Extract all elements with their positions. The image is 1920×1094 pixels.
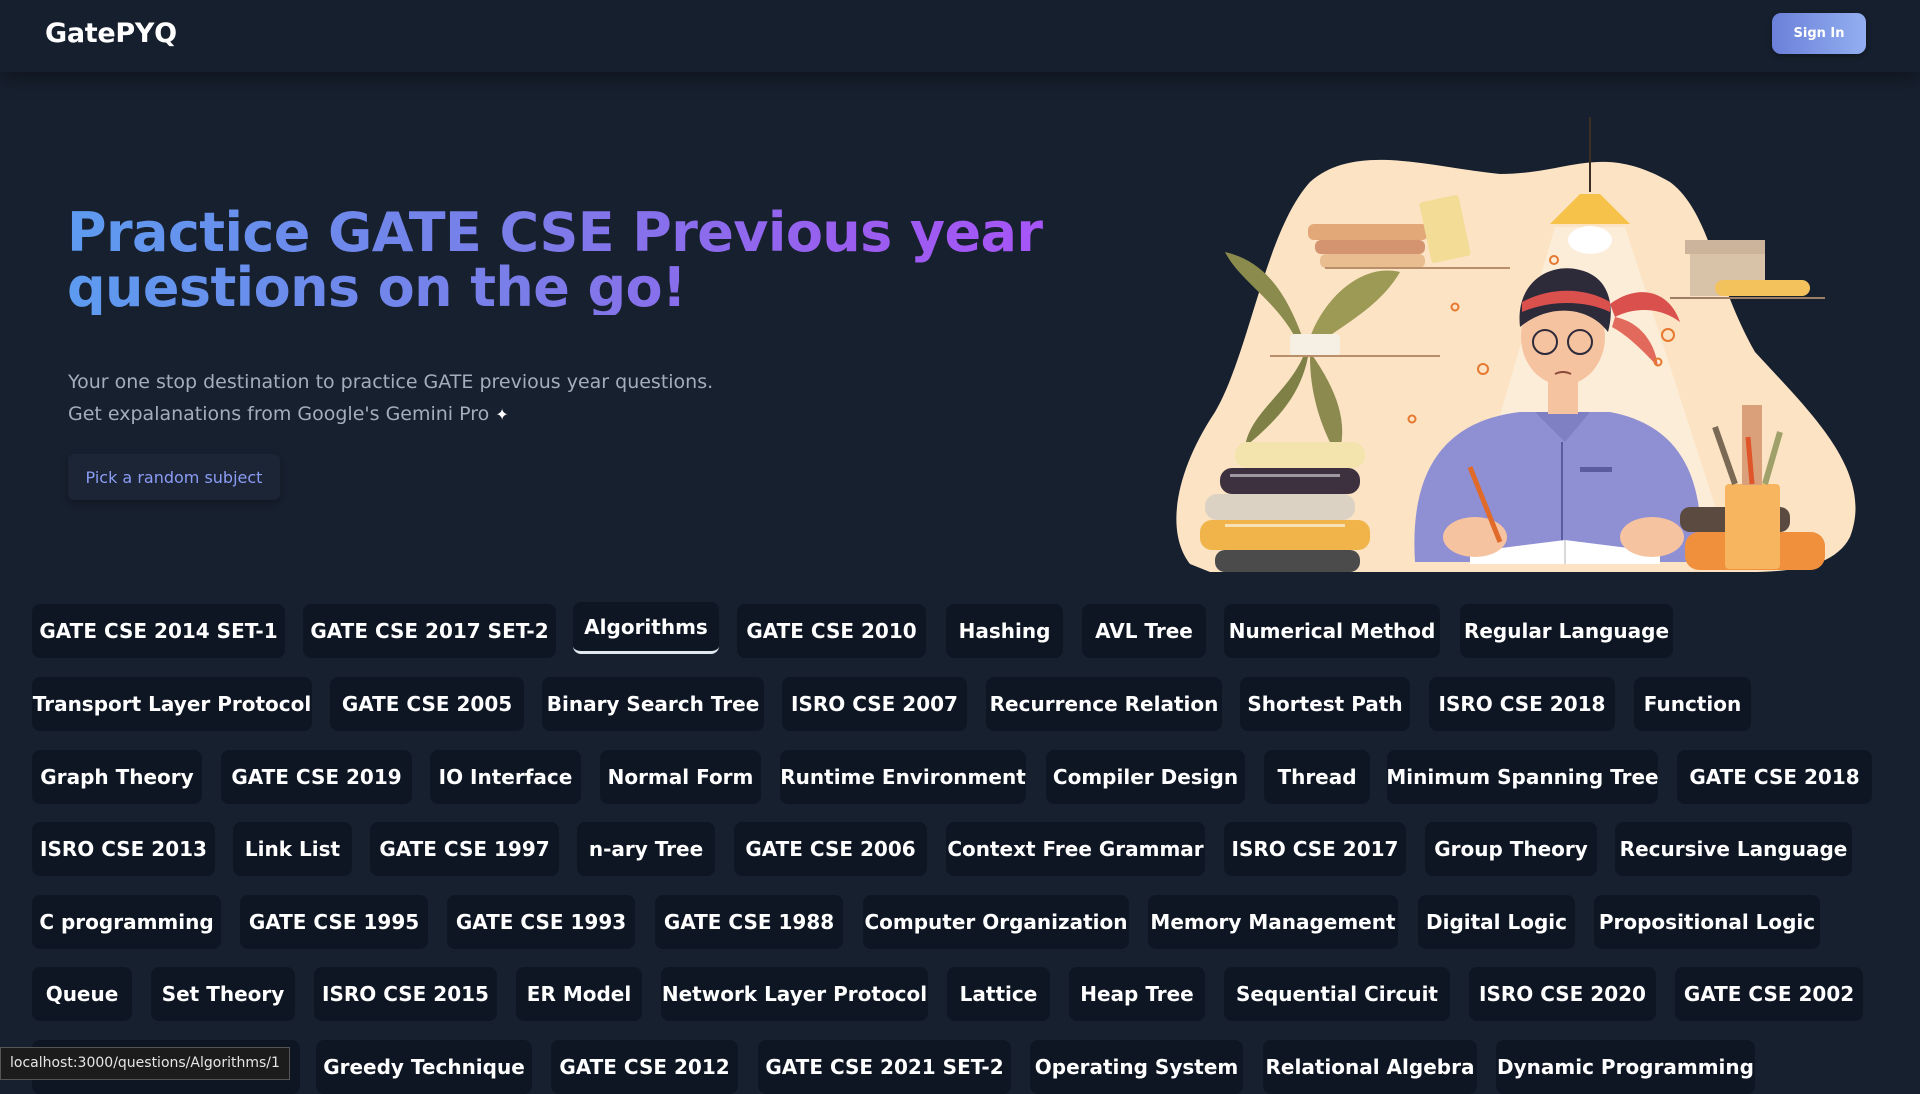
subject-chip[interactable]: Binary Search Tree: [542, 677, 764, 731]
subject-chip[interactable]: n-ary Tree: [577, 822, 715, 876]
subject-chip[interactable]: C programming: [32, 895, 221, 949]
subject-chip[interactable]: ISRO CSE 2017: [1224, 822, 1406, 876]
subject-chip[interactable]: Network Layer Protocol: [661, 967, 928, 1021]
subject-chip[interactable]: Runtime Environment: [780, 750, 1026, 804]
subject-chip[interactable]: Propositional Logic: [1594, 895, 1820, 949]
subject-chip[interactable]: GATE CSE 2005: [330, 677, 524, 731]
subject-chip[interactable]: GATE CSE 2019: [221, 750, 412, 804]
subject-chip[interactable]: Context Free Grammar: [946, 822, 1205, 876]
subject-chip[interactable]: IO Interface: [430, 750, 581, 804]
subject-chip[interactable]: Shortest Path: [1240, 677, 1410, 731]
subject-chip[interactable]: Minimum Spanning Tree: [1386, 750, 1659, 804]
subject-chip[interactable]: Memory Management: [1148, 895, 1398, 949]
subject-chip[interactable]: Hashing: [946, 604, 1063, 658]
subject-chip[interactable]: ISRO CSE 2007: [782, 677, 967, 731]
subject-chip[interactable]: Greedy Technique: [316, 1040, 532, 1094]
subject-chip[interactable]: Queue: [32, 967, 132, 1021]
subject-chip[interactable]: GATE CSE 2006: [734, 822, 927, 876]
subject-chip[interactable]: Group Theory: [1425, 822, 1597, 876]
subject-chip[interactable]: Lattice: [947, 967, 1050, 1021]
subject-chip[interactable]: Set Theory: [151, 967, 295, 1021]
subject-chip-active[interactable]: Algorithms: [573, 602, 719, 654]
hero-desc-line-2: Get expalanations from Google's Gemini P…: [68, 403, 490, 425]
pick-random-subject-button[interactable]: Pick a random subject: [68, 454, 280, 500]
subject-chip[interactable]: ISRO CSE 2018: [1429, 677, 1615, 731]
brand-logo[interactable]: GatePYQ: [45, 18, 177, 49]
subject-chip[interactable]: GATE CSE 1995: [240, 895, 428, 949]
subject-chip[interactable]: Normal Form: [600, 750, 761, 804]
subject-chip[interactable]: Sequential Circuit: [1224, 967, 1450, 1021]
subject-chip[interactable]: Transport Layer Protocol: [32, 677, 312, 731]
subject-chip[interactable]: GATE CSE 2017 SET-2: [303, 604, 556, 658]
subject-chip[interactable]: Link List: [233, 822, 352, 876]
subject-chip[interactable]: Relational Algebra: [1263, 1040, 1477, 1094]
subject-chip[interactable]: Numerical Method: [1224, 604, 1440, 658]
subject-chip[interactable]: Function: [1634, 677, 1751, 731]
subject-chip[interactable]: Recursive Language: [1615, 822, 1852, 876]
subject-chip[interactable]: Regular Language: [1460, 604, 1673, 658]
subject-chip[interactable]: GATE CSE 2021 SET-2: [758, 1040, 1011, 1094]
subject-chip[interactable]: Dynamic Programming: [1496, 1040, 1755, 1094]
hero-desc-line-1: Your one stop destination to practice GA…: [68, 371, 714, 393]
student-studying-illustration: [1176, 117, 1856, 572]
subject-chip[interactable]: ISRO CSE 2013: [32, 822, 215, 876]
subject-chip[interactable]: Heap Tree: [1069, 967, 1205, 1021]
sign-in-button[interactable]: Sign In: [1772, 13, 1866, 54]
hero-description: Your one stop destination to practice GA…: [68, 366, 828, 431]
subject-chip[interactable]: AVL Tree: [1082, 604, 1206, 658]
subject-chip[interactable]: ISRO CSE 2020: [1469, 967, 1656, 1021]
hero-title: Practice GATE CSE Previous year question…: [67, 205, 1067, 315]
subject-chip[interactable]: GATE CSE 2012: [551, 1040, 738, 1094]
top-navbar: GatePYQ Sign In: [0, 0, 1920, 72]
subject-chip[interactable]: GATE CSE 2010: [737, 604, 926, 658]
subject-chip[interactable]: Recurrence Relation: [986, 677, 1222, 731]
subject-chip[interactable]: ER Model: [516, 967, 642, 1021]
subject-chip[interactable]: GATE CSE 2018: [1677, 750, 1872, 804]
subject-chip[interactable]: GATE CSE 1997: [370, 822, 559, 876]
subject-chip[interactable]: Thread: [1264, 750, 1370, 804]
subject-chip[interactable]: GATE CSE 1988: [655, 895, 843, 949]
subject-chip[interactable]: Computer Organization: [863, 895, 1129, 949]
subject-chip[interactable]: GATE CSE 2014 SET-1: [32, 604, 285, 658]
status-bar-url: localhost:3000/questions/Algorithms/1: [0, 1047, 290, 1080]
subject-chip[interactable]: Operating System: [1030, 1040, 1243, 1094]
subject-chip[interactable]: Digital Logic: [1418, 895, 1575, 949]
subject-chip[interactable]: ISRO CSE 2015: [314, 967, 497, 1021]
subject-chip[interactable]: Compiler Design: [1046, 750, 1245, 804]
subject-chip[interactable]: GATE CSE 1993: [447, 895, 635, 949]
subject-chip[interactable]: GATE CSE 2002: [1675, 967, 1863, 1021]
subject-chip[interactable]: Graph Theory: [32, 750, 202, 804]
sparkle-icon: ✦: [495, 405, 509, 424]
